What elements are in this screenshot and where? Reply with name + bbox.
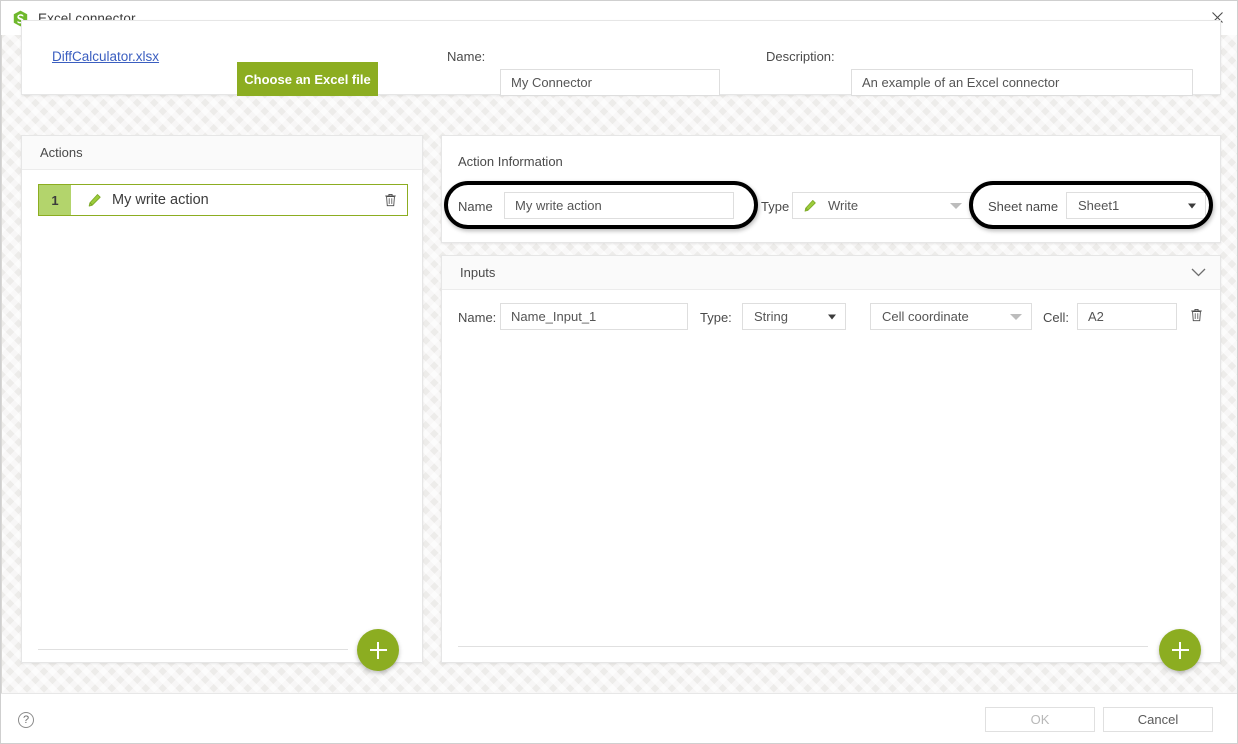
help-icon[interactable]: ? [18,712,34,728]
add-action-button[interactable] [357,629,399,671]
input-cell-field[interactable] [1077,303,1177,330]
action-type-label: Type [761,199,790,214]
action-information-panel: Action Information Name Type Write Sheet… [441,135,1221,243]
sheet-name-label: Sheet name [988,199,1059,214]
actions-panel-header: Actions [22,136,422,170]
input-name-field[interactable] [500,303,688,330]
inputs-panel-header: Inputs [442,256,1220,290]
action-type-select[interactable]: Write [792,192,972,219]
input-name-label: Name: [458,310,497,325]
inputs-panel-title: Inputs [460,265,496,280]
action-information-title: Action Information [458,154,563,169]
pencil-icon [803,199,817,213]
connector-header-card: DiffCalculator.xlsx Choose an Excel file… [21,20,1221,96]
pencil-icon [87,193,102,208]
actions-panel-divider [38,649,348,650]
action-name-label: Name [458,199,493,214]
action-item-label: My write action [112,192,209,208]
chevron-down-icon [1188,203,1196,208]
actions-panel: Actions 1 My write action [21,135,423,663]
action-name-input[interactable] [504,192,734,219]
sheet-name-value: Sheet1 [1078,198,1120,213]
input-cell-label: Cell: [1043,310,1070,325]
input-type-select[interactable]: String [742,303,846,330]
chevron-down-icon [950,202,962,209]
input-source-select[interactable]: Cell coordinate [870,303,1032,330]
action-list-item[interactable]: 1 My write action [38,184,408,216]
excel-connector-dialog: Excel connector DiffCalculator.xlsx Choo… [0,0,1238,744]
inputs-panel-divider [458,646,1148,647]
connector-description-label: Description: [766,49,835,64]
action-type-value: Write [828,198,859,213]
inputs-panel: Inputs Name: Type: String Cell coordinat… [441,255,1221,663]
connector-name-input[interactable] [500,69,720,96]
input-type-value: String [754,309,788,324]
ok-button[interactable]: OK [985,707,1095,732]
input-type-label: Type: [700,310,732,325]
chevron-down-icon [1010,313,1022,320]
add-input-button[interactable] [1159,629,1201,671]
action-index-badge: 1 [39,185,71,215]
connector-description-input[interactable] [851,69,1193,96]
trash-icon[interactable] [1190,308,1203,327]
connector-name-label: Name: [447,49,486,64]
chevron-down-icon[interactable] [1191,256,1206,289]
cancel-button[interactable]: Cancel [1103,707,1213,732]
chevron-down-icon [828,314,836,319]
actions-panel-title: Actions [40,145,83,160]
trash-icon[interactable] [384,193,397,207]
sheet-name-select[interactable]: Sheet1 [1066,192,1206,219]
excel-file-link[interactable]: DiffCalculator.xlsx [52,49,159,64]
input-source-value: Cell coordinate [882,309,969,324]
choose-excel-file-button[interactable]: Choose an Excel file [237,62,378,96]
